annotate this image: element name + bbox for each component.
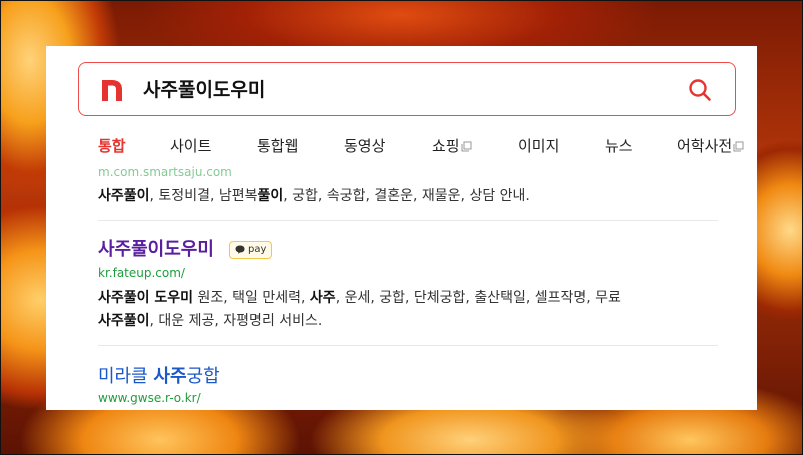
result-highlight: 사주 (309, 290, 336, 306)
pay-badge-label: pay (248, 244, 267, 255)
tab-shopping[interactable]: 쇼핑 (432, 136, 472, 156)
result-highlight: 사주풀이 (98, 188, 150, 204)
result-description: 사주풀이, 토정비결, 남편복풀이, 궁합, 속궁합, 결혼운, 재물운, 상담… (98, 185, 530, 207)
result-title-text: 궁합 (186, 366, 220, 387)
tab-video[interactable]: 동영상 (344, 136, 385, 156)
tab-dictionary-label: 어학사전 (677, 137, 733, 155)
search-icon[interactable] (687, 77, 713, 103)
search-input[interactable]: 사주풀이도우미 (143, 77, 265, 103)
result-title-highlight: 사주 (153, 366, 187, 387)
tab-integrated-web[interactable]: 통합웹 (257, 136, 298, 156)
result-url[interactable]: kr.fateup.com/ (98, 266, 185, 280)
tab-images[interactable]: 이미지 (518, 136, 559, 156)
external-window-icon (733, 141, 744, 152)
external-window-icon (461, 141, 472, 152)
tab-news[interactable]: 뉴스 (605, 136, 633, 156)
tab-dictionary[interactable]: 어학사전 (677, 136, 744, 156)
result-highlight: 풀이 (257, 188, 284, 204)
pay-badge: pay (229, 241, 273, 259)
search-bar[interactable]: 사주풀이도우미 (78, 62, 736, 116)
result-url[interactable]: www.gwse.r-o.kr/ (98, 391, 201, 405)
tab-shopping-label: 쇼핑 (432, 137, 460, 155)
result-text: , 대운 제공, 자평명리 서비스. (149, 313, 323, 329)
search-results: m.com.smartsaju.com 사주풀이, 토정비결, 남편복풀이, 궁… (46, 165, 757, 410)
result-title-text: 미라클 (98, 366, 154, 387)
result-text: , 운세, 궁합, 단체궁합, 출산택일, 셀프작명, 무료 (335, 290, 621, 306)
result-text: , 궁합, 속궁합, 결혼운, 재물운, 상담 안내. (283, 188, 530, 204)
result-divider (98, 220, 718, 221)
naver-logo-icon[interactable] (99, 77, 125, 103)
result-text: 원조, 택일 만세력, (193, 290, 310, 306)
result-title[interactable]: 사주풀이도우미 (98, 235, 214, 261)
result-highlight: 사주풀이 (98, 313, 150, 329)
result-text: , 토정비결, 남편복 (149, 188, 258, 204)
tab-site[interactable]: 사이트 (170, 136, 211, 156)
result-title[interactable]: 미라클 사주궁합 (98, 362, 220, 388)
result-description: 사주풀이 도우미 원조, 택일 만세력, 사주, 운세, 궁합, 단체궁합, 출… (98, 287, 621, 309)
result-divider (98, 345, 718, 346)
search-panel: 사주풀이도우미 통합 사이트 통합웹 동영상 쇼핑 이미지 뉴스 어학사전 m.… (46, 46, 757, 410)
result-description: 사주풀이, 대운 제공, 자평명리 서비스. (98, 310, 322, 332)
result-highlight: 사주풀이 도우미 (98, 290, 194, 306)
tab-integrated[interactable]: 통합 (98, 136, 126, 156)
result-url[interactable]: m.com.smartsaju.com (98, 165, 232, 179)
pay-bubble-icon (235, 245, 245, 254)
